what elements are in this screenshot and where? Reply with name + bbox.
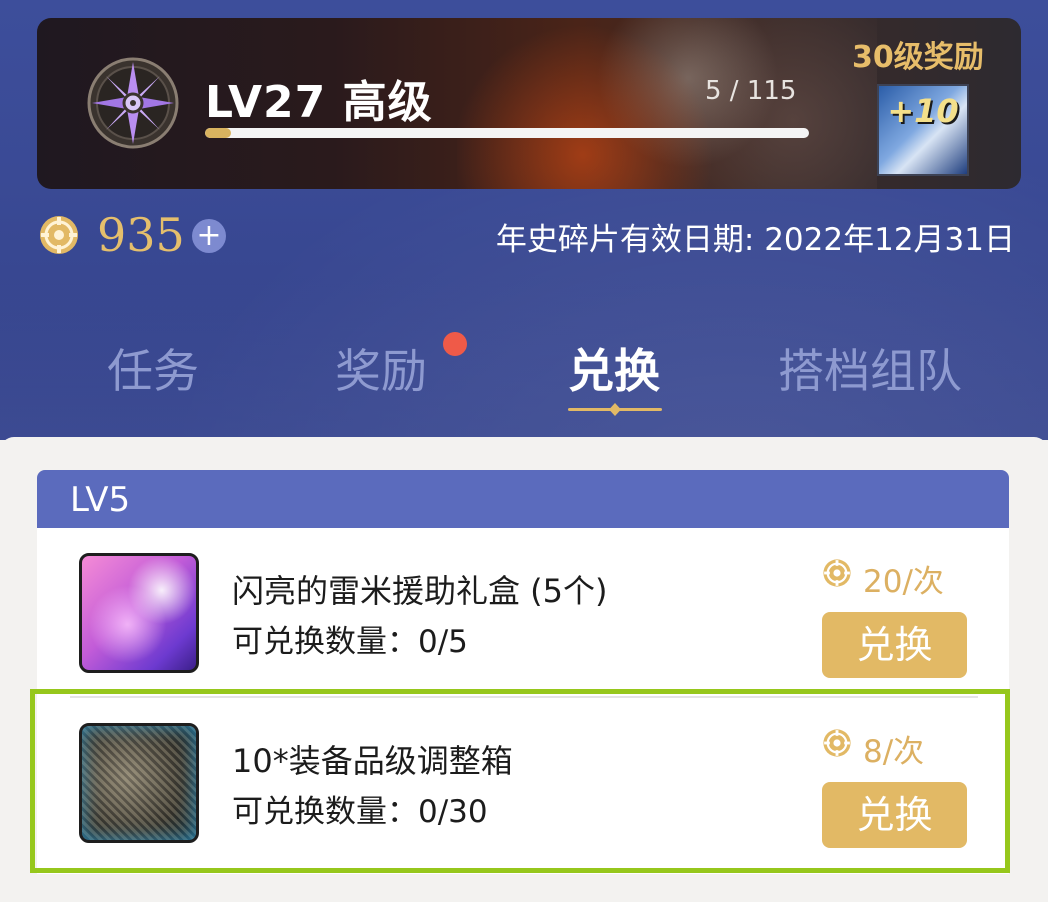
- item-quantity: 可兑换数量：0/5: [232, 624, 468, 660]
- progress-count: 5 / 115: [705, 76, 797, 106]
- reward-item-icon[interactable]: +10: [877, 84, 969, 176]
- progress-fill: [205, 128, 231, 138]
- equipment-box-item-icon[interactable]: [79, 723, 199, 843]
- section-header: LV5: [37, 470, 1009, 528]
- level-banner[interactable]: LV27 高级 5 / 115 30级奖励 +10: [37, 18, 1021, 189]
- tab-rewards[interactable]: 奖励: [335, 335, 427, 401]
- list-item: 闪亮的雷米援助礼盒 (5个) 可兑换数量：0/5 20/次 兑换: [37, 528, 1009, 698]
- chronicle-coin-icon: [40, 216, 78, 254]
- compass-emblem-icon: [87, 57, 179, 149]
- item-price: 8/次: [863, 734, 925, 770]
- notification-dot: [443, 332, 467, 356]
- fragment-expiry-text: 年史碎片有效日期: 2022年12月31日: [495, 222, 1015, 258]
- redeem-button[interactable]: 兑换: [822, 782, 967, 848]
- banner-art: [457, 18, 877, 189]
- coin-balance: 935: [97, 208, 185, 262]
- section-title: LV5: [70, 480, 131, 520]
- price-coin-icon: [823, 729, 851, 757]
- tab-partner-team[interactable]: 搭档组队: [778, 335, 962, 401]
- redeem-button[interactable]: 兑换: [822, 612, 967, 678]
- add-coins-button[interactable]: +: [192, 219, 226, 253]
- item-name: 10*装备品级调整箱: [232, 742, 513, 780]
- item-price: 20/次: [863, 564, 944, 600]
- tab-tasks[interactable]: 任务: [107, 335, 199, 401]
- list-item: 10*装备品级调整箱 可兑换数量：0/30 8/次 兑换: [37, 698, 1009, 868]
- item-quantity: 可兑换数量：0/30: [232, 794, 488, 830]
- reward-item-badge: +10: [887, 92, 959, 130]
- item-name: 闪亮的雷米援助礼盒 (5个): [232, 572, 608, 610]
- gift-box-item-icon[interactable]: [79, 553, 199, 673]
- tab-exchange[interactable]: 兑换: [568, 335, 660, 401]
- level-title: LV27 高级: [205, 77, 433, 128]
- next-reward-label: 30级奖励: [852, 40, 984, 75]
- level-progress-bar: [205, 128, 809, 138]
- price-coin-icon: [823, 559, 851, 587]
- active-tab-indicator: [568, 403, 662, 416]
